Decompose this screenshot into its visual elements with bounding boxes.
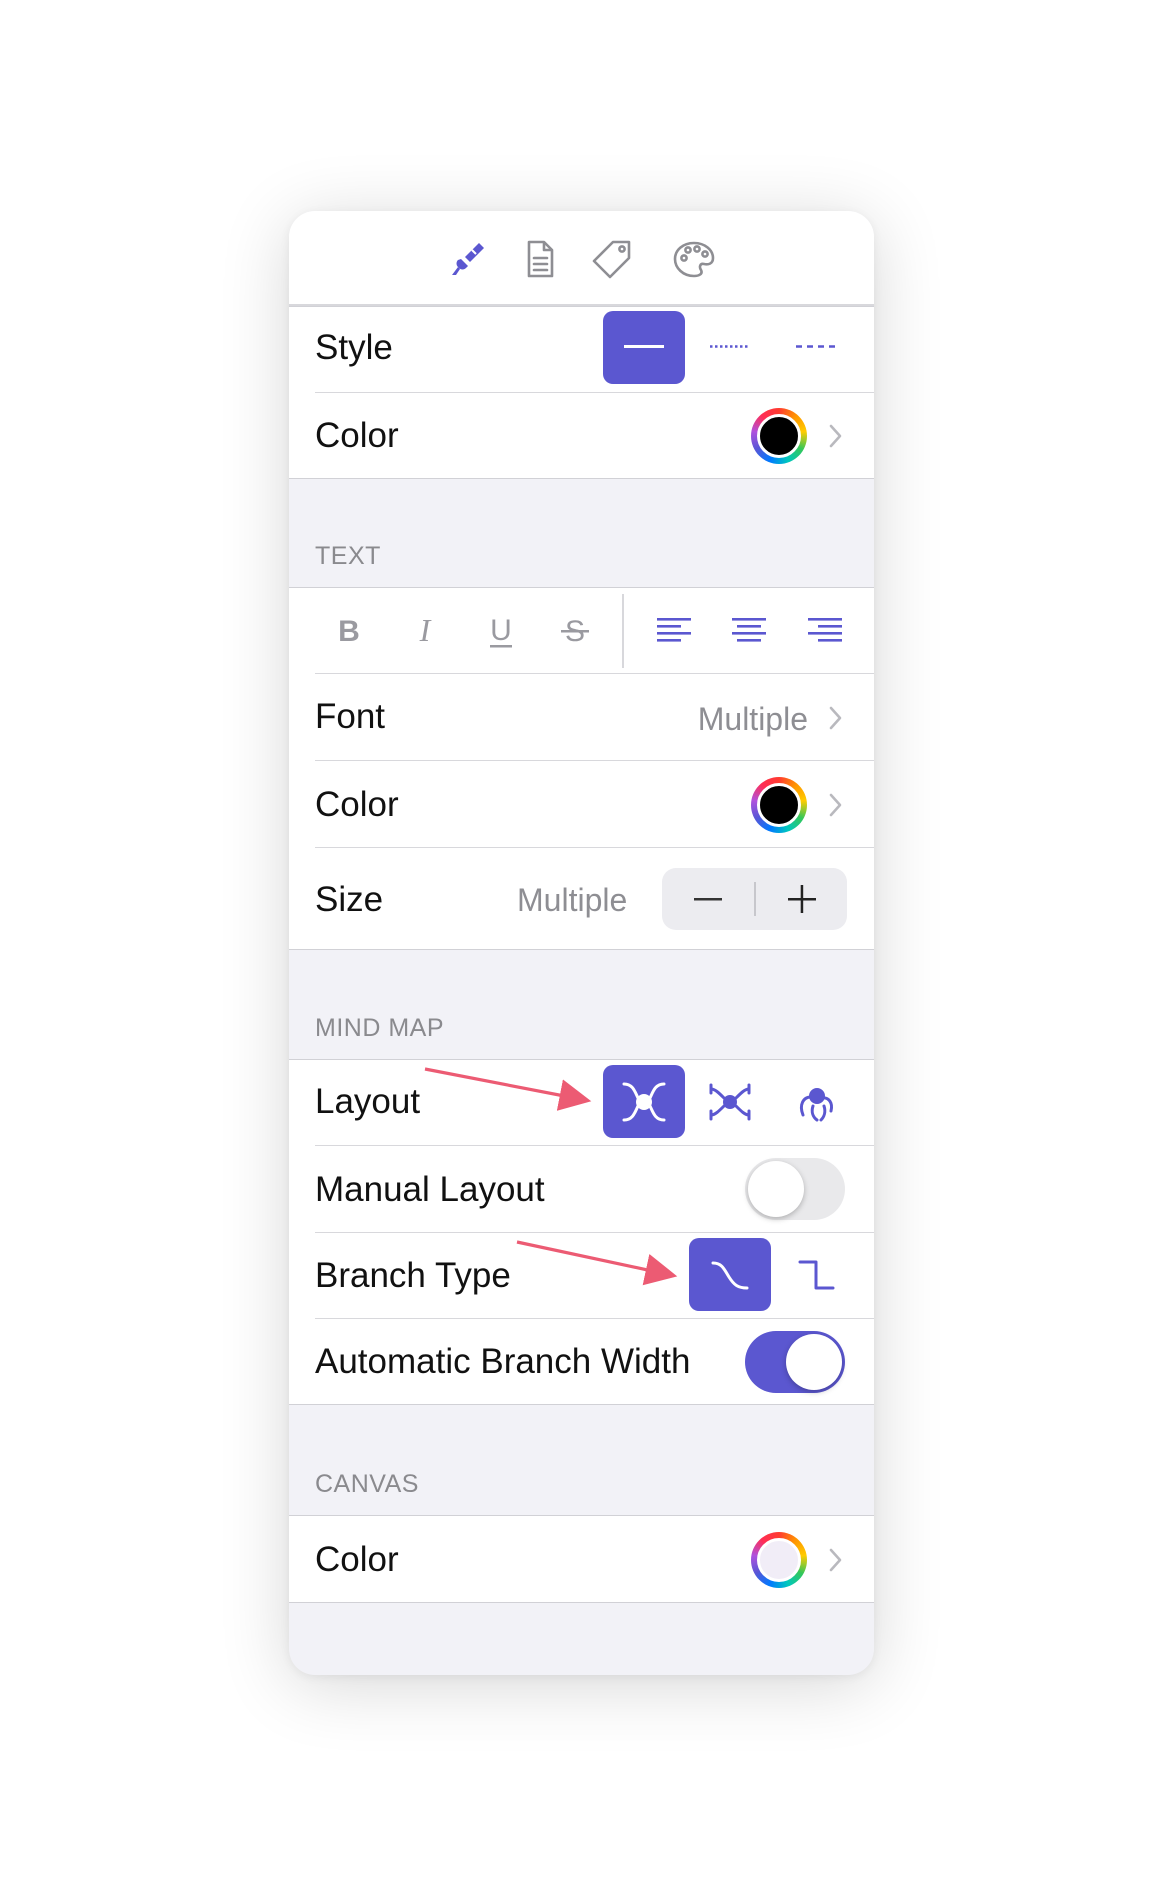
canvas-color-swatch[interactable] [751, 1532, 807, 1588]
canvas-color-fill [757, 1538, 801, 1582]
canvas-section-header: CANVAS [315, 1470, 419, 1498]
annotation-arrows [424, 1067, 678, 1286]
canvas-color-label: Color [315, 1540, 399, 1579]
inspector-panel: Style Color TEXT B I U S Font Multiple C… [289, 211, 874, 1675]
canvas-group: Color [289, 1515, 874, 1603]
annotation-arrow-layout [424, 1067, 592, 1111]
chevron-right-icon [829, 1548, 842, 1572]
annotation-arrow-branch [516, 1240, 678, 1286]
canvas-color-row[interactable]: Color [289, 1516, 874, 1602]
